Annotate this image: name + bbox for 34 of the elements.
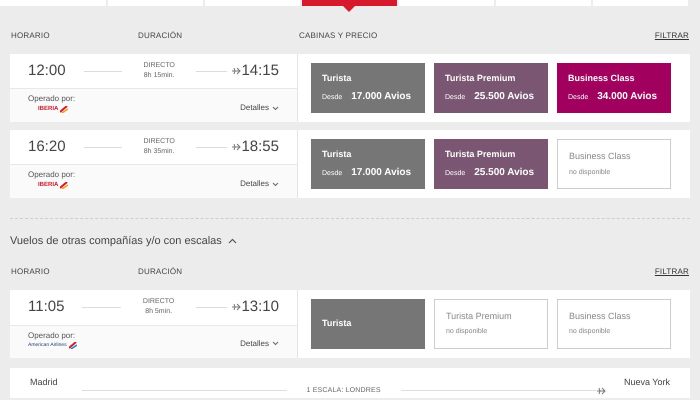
plane-icon <box>231 302 242 312</box>
column-header: CABINAS Y PRECIO <box>299 30 378 42</box>
chevron-down-icon <box>272 182 279 186</box>
departure-time: 11:05 <box>28 296 64 317</box>
filter-link[interactable]: FILTRAR <box>654 266 689 278</box>
operated-label: Operado por: <box>28 330 76 342</box>
origin-city: Madrid <box>30 376 58 388</box>
arrival-time: 14:15 <box>241 60 279 81</box>
destination-city: Nueva York <box>624 376 670 388</box>
details-link[interactable]: Detalles <box>240 178 279 190</box>
details-link[interactable]: Detalles <box>240 102 279 114</box>
chevron-down-icon <box>272 106 279 110</box>
chevron-down-icon <box>272 341 279 346</box>
column-header: HORARIO <box>11 266 51 278</box>
operated-label: Operado por: <box>28 169 76 181</box>
plane-icon <box>596 386 606 396</box>
column-header: DURACIÓN <box>138 266 184 278</box>
operated-label: Operado por: <box>28 93 76 105</box>
departure-time: 16:20 <box>28 136 66 157</box>
arrival-time: 13:10 <box>241 296 279 317</box>
column-header: HORARIO <box>11 30 51 42</box>
section-toggle[interactable]: Vuelos de otras compañías y/o con escalas <box>10 233 690 250</box>
details-link[interactable]: Detalles <box>240 338 279 350</box>
tab-pointer-icon <box>343 6 355 12</box>
plane-icon <box>231 142 242 152</box>
filter-link[interactable]: FILTRAR <box>654 30 689 42</box>
airline-mark-icon <box>68 342 77 350</box>
arrival-time: 18:55 <box>241 136 279 157</box>
fare-option[interactable]: Turista <box>311 298 425 348</box>
plane-icon <box>231 66 242 76</box>
column-header: DURACIÓN <box>138 30 184 42</box>
airline-mark-icon <box>60 182 68 189</box>
airline-mark-icon <box>60 106 68 113</box>
departure-time: 12:00 <box>28 60 66 81</box>
